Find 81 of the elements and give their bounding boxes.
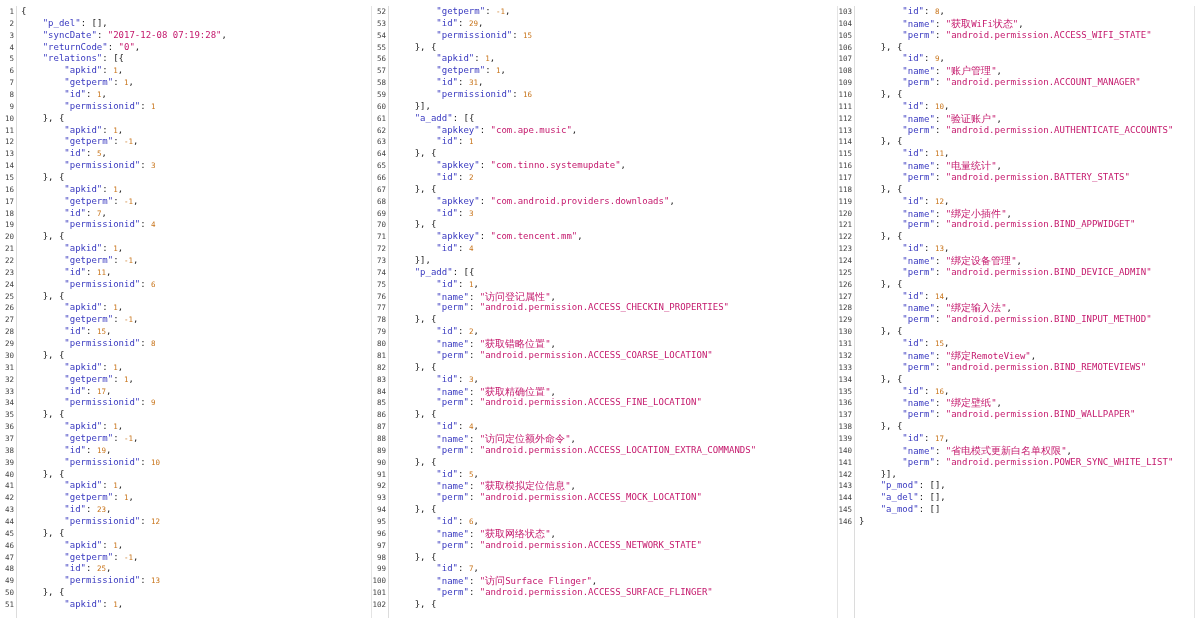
code-line: }, {	[41, 349, 65, 360]
code-line: }, {	[413, 551, 437, 562]
code-line: "perm": "android.permission.ACCESS_LOCATION_EXTRA_COMMANDS"	[435, 444, 757, 455]
code-line: "perm": "android.permission.BIND_INPUT_METHOD"	[901, 314, 1152, 325]
code-line: }, {	[879, 183, 903, 194]
code-line: "perm": "android.permission.POWER_SYNC_WHITE_LIST"	[901, 456, 1174, 467]
code-line: }, {	[41, 231, 65, 242]
code-line: }],	[879, 468, 897, 479]
code-line: "name": "访问Surface Flinger",	[435, 576, 598, 587]
code-line: "name": "绑定输入法",	[901, 303, 1012, 314]
code-line: "perm": "android.permission.ACCESS_COARSE_LOCATION"	[435, 349, 713, 360]
code-line: }	[859, 515, 865, 526]
code-line: }, {	[413, 183, 437, 194]
code-line: }, {	[879, 89, 903, 99]
code-line: }, {	[879, 421, 903, 432]
code-line: "apkkey": "com.tencent.mm",	[435, 231, 583, 242]
code-line: "a_del": [],	[879, 492, 946, 503]
code-line: "name": "获取精确位置",	[435, 386, 556, 397]
code-line: "name": "绑定小插件",	[901, 208, 1012, 219]
code-line: "perm": "android.permission.ACCESS_CHECKIN_PROPERTIES"	[435, 302, 729, 313]
code-line: }, {	[879, 278, 903, 289]
code-line: "name": "访问登记属性",	[435, 291, 556, 302]
code-line: }],	[413, 255, 431, 266]
code-line: }, {	[41, 112, 65, 123]
code-line: "name": "获取模拟定位信息",	[435, 481, 576, 492]
code-line: "name": "获取错略位置",	[435, 339, 556, 350]
code-line: }, {	[879, 41, 903, 52]
code-line: "perm": "android.permission.BIND_DEVICE_ADMIN"	[901, 266, 1152, 277]
code-line: "perm": "android.permission.ACCESS_SURFACE_FLINGER"	[435, 587, 713, 598]
code-line: }, {	[41, 409, 65, 420]
code-line: "name": "绑定RemoteView",	[901, 350, 1037, 361]
code-line: }, {	[413, 314, 437, 325]
code-line: {	[21, 6, 27, 16]
code-line: "name": "验证账户",	[901, 113, 1002, 124]
code-line: }, {	[413, 148, 437, 159]
code-line: "name": "获取网络状态",	[435, 528, 556, 539]
code-line: "returnCode": "0",	[41, 41, 141, 52]
code-line: }, {	[413, 598, 437, 609]
code-line: }, {	[41, 468, 65, 479]
code-line: }, {	[879, 231, 903, 242]
code-line: "perm": "android.permission.ACCESS_WIFI_STATE"	[901, 29, 1152, 40]
code-line: "p_mod": [],	[879, 480, 946, 491]
code-line: "name": "电量统计",	[901, 161, 1002, 172]
code-line: "name": "账户管理",	[901, 66, 1002, 77]
code-line: "relations": [{	[41, 53, 124, 64]
code-line: "perm": "android.permission.ACCESS_FINE_LOCATION"	[435, 397, 702, 408]
code-line: "p_add": [{	[413, 266, 475, 277]
code-line: }, {	[879, 136, 903, 147]
code-line: }, {	[413, 41, 437, 52]
code-line: }, {	[413, 504, 437, 515]
code-line: }],	[413, 100, 431, 111]
code-line: "perm": "android.permission.ACCESS_MOCK_LOCATION"	[435, 492, 702, 503]
code-line: "p_del": [],	[41, 17, 108, 28]
code-line: "name": "绑定设备管理",	[901, 256, 1022, 267]
code-line: "perm": "android.permission.BIND_APPWIDGET"	[901, 219, 1136, 230]
code-line: "a_mod": []	[879, 504, 941, 515]
code-line: }, {	[413, 409, 437, 420]
code-line: }, {	[413, 219, 437, 230]
code-line: "perm": "android.permission.AUTHENTICATE_ACCOUNTS"	[901, 124, 1174, 135]
code-line: }, {	[41, 587, 65, 598]
code-line: "perm": "android.permission.BIND_WALLPAPER"	[901, 409, 1136, 420]
code-line: }, {	[413, 456, 437, 467]
code-line: "a_add": [{	[413, 112, 475, 123]
code-line: }, {	[879, 326, 903, 337]
code-line: "name": "绑定壁纸",	[901, 398, 1002, 409]
code-line: }, {	[41, 527, 65, 538]
code-line: }, {	[879, 373, 903, 384]
code-line: "apkkey": "com.android.providers.downloads",	[435, 195, 675, 206]
code-line: }, {	[41, 172, 65, 183]
code-line: "apkkey": "com.ape.music",	[435, 124, 578, 135]
code-line: }, {	[413, 361, 437, 372]
code-line: "syncDate": "2017-12-08 07:19:28",	[41, 29, 227, 40]
code-line: "name": "获取WiFi状态",	[901, 18, 1024, 29]
code-line: "perm": "android.permission.BATTERY_STATS"	[901, 172, 1130, 183]
code-line: "perm": "android.permission.ACCESS_NETWORK_STATE"	[435, 539, 702, 550]
code-line: "apkkey": "com.tinno.systemupdate",	[435, 160, 627, 171]
code-line: "perm": "android.permission.BIND_REMOTEVIEWS"	[901, 361, 1147, 372]
code-line: "name": "省电模式更新白名单权限",	[901, 445, 1072, 456]
code-line: "name": "访问定位额外命令",	[435, 433, 576, 444]
code-line: }, {	[41, 290, 65, 301]
code-line: "perm": "android.permission.ACCOUNT_MANAGER"	[901, 77, 1141, 88]
